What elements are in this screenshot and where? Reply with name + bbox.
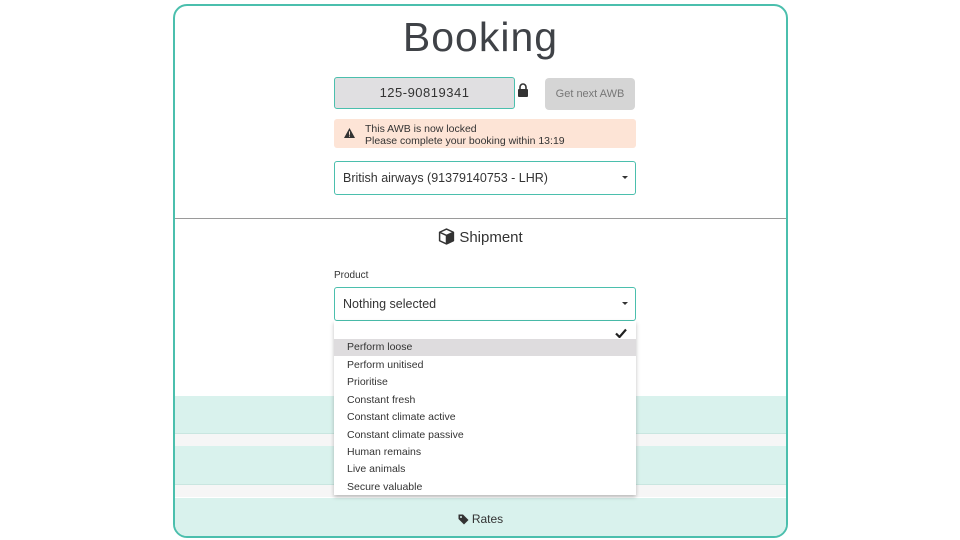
chevron-down-icon	[622, 302, 628, 305]
section-divider	[175, 218, 786, 219]
airline-select[interactable]: British airways (91379140753 - LHR)	[334, 161, 636, 195]
product-dropdown-menu: Perform loose Perform unitised Prioritis…	[334, 321, 636, 495]
rates-header[interactable]: Rates	[175, 512, 786, 526]
chevron-down-icon	[622, 176, 628, 179]
awb-locked-alert: This AWB is now locked Please complete y…	[334, 119, 636, 148]
product-select[interactable]: Nothing selected	[334, 287, 636, 321]
tag-icon	[458, 514, 469, 525]
booking-card: Booking 125-90819341 Get next AWB This A…	[173, 4, 788, 538]
shipment-heading-label: Shipment	[459, 229, 523, 246]
cube-icon	[439, 228, 455, 245]
dropdown-option[interactable]: Constant climate passive	[334, 427, 636, 444]
lock-icon	[518, 83, 528, 97]
alert-line-1: This AWB is now locked	[365, 123, 477, 135]
dropdown-option[interactable]: Perform unitised	[334, 357, 636, 374]
product-label: Product	[334, 270, 369, 281]
dropdown-option[interactable]: Prioritise	[334, 374, 636, 391]
dropdown-option[interactable]: Live animals	[334, 461, 636, 478]
alert-line-2: Please complete your booking within 13:1…	[365, 135, 565, 147]
get-next-awb-button[interactable]: Get next AWB	[545, 78, 635, 110]
page-title: Booking	[402, 14, 559, 60]
dropdown-option[interactable]: Constant climate active	[334, 409, 636, 426]
dropdown-option[interactable]: Constant fresh	[334, 392, 636, 409]
dropdown-option[interactable]: Perform loose	[334, 339, 636, 356]
warning-icon	[344, 128, 355, 138]
rates-label: Rates	[471, 512, 504, 526]
airline-select-value: British airways (91379140753 - LHR)	[343, 171, 548, 185]
product-select-value: Nothing selected	[343, 297, 437, 311]
awb-input[interactable]: 125-90819341	[334, 77, 515, 109]
shipment-heading: Shipment	[175, 228, 786, 246]
dropdown-option[interactable]: Secure valuable	[334, 479, 636, 496]
dropdown-option[interactable]: Human remains	[334, 444, 636, 461]
check-icon	[615, 328, 627, 338]
